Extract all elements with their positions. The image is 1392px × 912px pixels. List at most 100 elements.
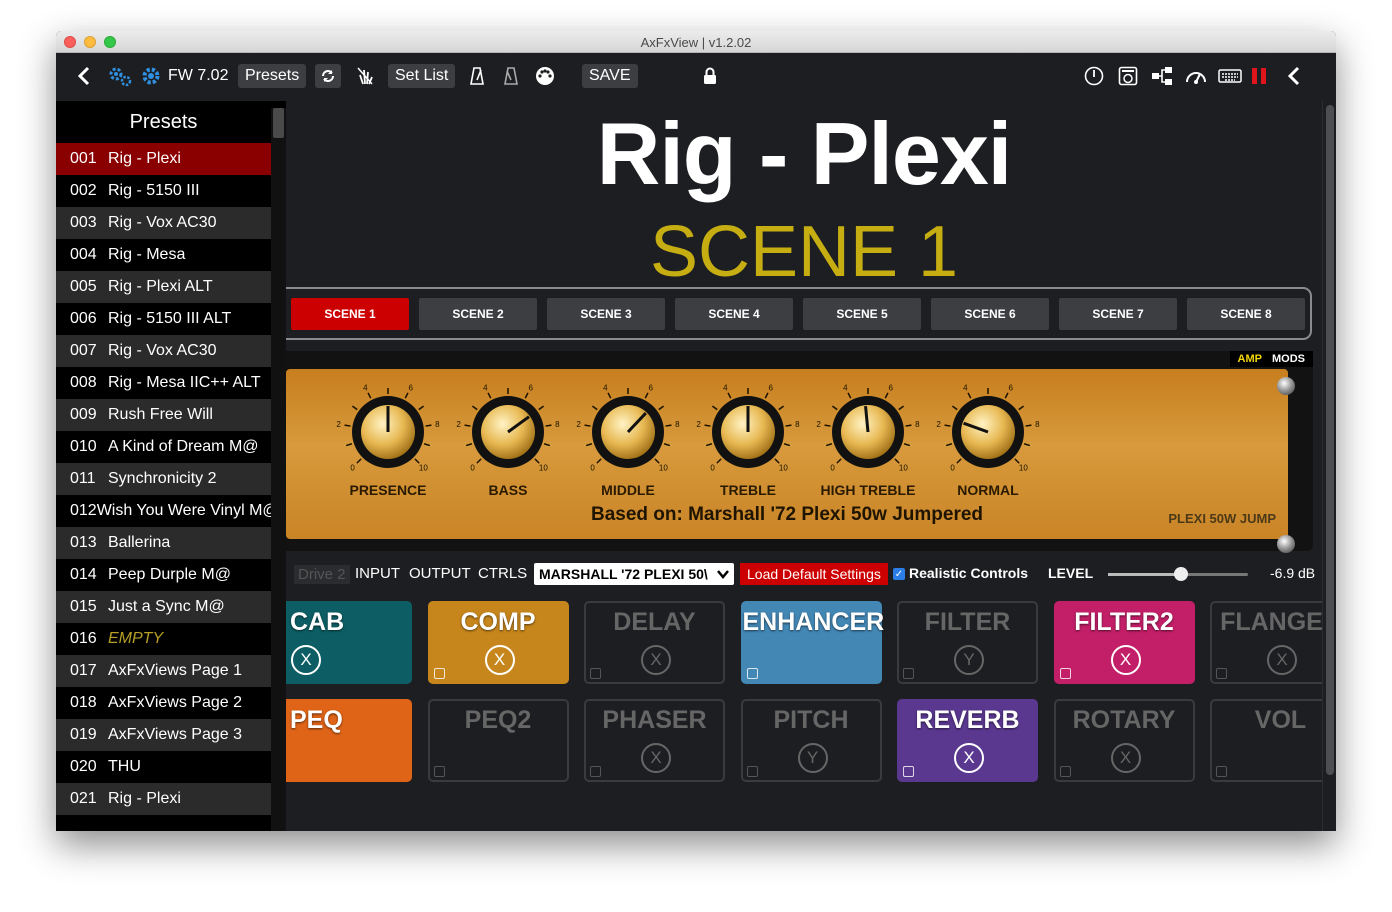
- load-default-button[interactable]: Load Default Settings: [740, 563, 888, 585]
- preset-item[interactable]: 020 THU: [56, 751, 271, 783]
- level-slider[interactable]: [1108, 567, 1248, 581]
- amp-view-button[interactable]: [1117, 65, 1139, 87]
- block-filter[interactable]: FILTER Y: [897, 601, 1038, 684]
- preset-item[interactable]: 012 Wish You Were Vinyl M@: [56, 495, 271, 527]
- preset-item[interactable]: 002 Rig - 5150 III: [56, 175, 271, 207]
- block-channel-button[interactable]: X: [954, 743, 984, 773]
- main-scrollbar[interactable]: [1322, 101, 1336, 831]
- tuner-button[interactable]: [1184, 65, 1208, 87]
- midi-button[interactable]: [534, 65, 556, 87]
- knob-bass[interactable]: 0 2 4 6 8 10: [448, 377, 568, 487]
- preset-item[interactable]: 007 Rig - Vox AC30: [56, 335, 271, 367]
- preset-item[interactable]: 004 Rig - Mesa: [56, 239, 271, 271]
- block-rotary[interactable]: ROTARY X: [1053, 699, 1195, 782]
- preset-item[interactable]: 009 Rush Free Will: [56, 399, 271, 431]
- block-enhancer[interactable]: ENHANCER: [740, 601, 884, 684]
- lock-button[interactable]: [701, 65, 719, 87]
- scene-6-button[interactable]: SCENE 6: [931, 298, 1049, 330]
- refresh-button[interactable]: [315, 64, 341, 88]
- set-list-button[interactable]: Set List: [388, 64, 456, 88]
- tab-ctrls[interactable]: CTRLS: [478, 565, 527, 582]
- preset-item[interactable]: 005 Rig - Plexi ALT: [56, 271, 271, 303]
- block-channel-button[interactable]: X: [1267, 645, 1297, 675]
- block-channel-button[interactable]: X: [1110, 743, 1141, 773]
- preset-name: Just a Sync M@: [108, 598, 225, 615]
- block-peq2[interactable]: PEQ2: [427, 699, 569, 782]
- preset-item[interactable]: 010 A Kind of Dream M@: [56, 431, 271, 463]
- block-filter2[interactable]: FILTER2 X: [1053, 601, 1195, 684]
- preset-item[interactable]: 003 Rig - Vox AC30: [56, 207, 271, 239]
- preset-item[interactable]: 018 AxFxViews Page 2: [56, 687, 271, 719]
- knob-normal[interactable]: 0 2 4 6 8 10: [928, 377, 1048, 487]
- realistic-controls-checkbox[interactable]: ✓: [893, 568, 905, 580]
- settings-multi-button[interactable]: [108, 65, 132, 87]
- block-channel-button[interactable]: Y: [797, 743, 828, 773]
- main-scroll-thumb[interactable]: [1326, 105, 1334, 775]
- block-peq[interactable]: PEQ: [286, 699, 412, 782]
- preset-item[interactable]: 001 Rig - Plexi: [56, 143, 271, 175]
- knob-presence[interactable]: 0 2 4 6 8 10: [328, 377, 448, 487]
- knob-scale-label: 4: [963, 383, 968, 392]
- save-button[interactable]: SAVE: [582, 64, 638, 88]
- block-delay[interactable]: DELAY X: [584, 601, 725, 684]
- preset-name: Peep Durple M@: [108, 566, 231, 583]
- preset-item[interactable]: 013 Ballerina: [56, 527, 271, 559]
- amp-type-select[interactable]: MARSHALL '72 PLEXI 50\: [534, 563, 734, 585]
- scene-5-button[interactable]: SCENE 5: [803, 298, 921, 330]
- scene-8-button[interactable]: SCENE 8: [1187, 298, 1305, 330]
- metronome-button[interactable]: [467, 65, 487, 87]
- collapse-button[interactable]: [1284, 64, 1304, 88]
- block-reverb[interactable]: REVERB X: [897, 699, 1038, 782]
- knob-treble[interactable]: 0 2 4 6 8 10: [688, 377, 808, 487]
- block-channel-button[interactable]: X: [291, 645, 321, 675]
- settings-button[interactable]: [140, 65, 162, 87]
- block-channel-button[interactable]: Y: [954, 645, 984, 675]
- scene-1-button[interactable]: SCENE 1: [291, 298, 409, 330]
- preset-item[interactable]: 011 Synchronicity 2: [56, 463, 271, 495]
- knob-label: MIDDLE: [601, 482, 655, 498]
- mods-mode-tab[interactable]: MODS: [1272, 353, 1305, 365]
- level-slider-handle[interactable]: [1173, 567, 1188, 581]
- scene-2-button[interactable]: SCENE 2: [419, 298, 537, 330]
- keyboard-button[interactable]: [1217, 65, 1243, 87]
- scene-3-button[interactable]: SCENE 3: [547, 298, 665, 330]
- scene-7-button[interactable]: SCENE 7: [1059, 298, 1177, 330]
- tap-tempo-button[interactable]: [354, 65, 376, 87]
- preset-item[interactable]: 016 EMPTY: [56, 623, 271, 655]
- preset-item[interactable]: 021 Rig - Plexi: [56, 783, 271, 815]
- tab-output[interactable]: OUTPUT: [409, 565, 471, 582]
- tab-input[interactable]: INPUT: [355, 565, 400, 582]
- preset-item[interactable]: 017 AxFxViews Page 1: [56, 655, 271, 687]
- block-channel-button[interactable]: X: [641, 743, 671, 773]
- preset-item[interactable]: 008 Rig - Mesa IIC++ ALT: [56, 367, 271, 399]
- tab-drive2[interactable]: Drive 2: [294, 565, 350, 584]
- block-phaser[interactable]: PHASER X: [584, 699, 725, 782]
- block-vol[interactable]: VOL: [1210, 699, 1322, 782]
- presets-button[interactable]: Presets: [238, 64, 307, 88]
- block-cab[interactable]: CAB X: [286, 601, 412, 684]
- block-comp[interactable]: COMP X: [427, 601, 569, 684]
- sidebar-scrollbar[interactable]: [271, 108, 286, 831]
- block-channel-button[interactable]: X: [1110, 645, 1141, 675]
- scene-4-button[interactable]: SCENE 4: [675, 298, 793, 330]
- routing-button[interactable]: [1150, 65, 1174, 87]
- block-pitch[interactable]: PITCH Y: [740, 699, 882, 782]
- knob-high-treble[interactable]: 0 2 4 6 8 10: [808, 377, 928, 487]
- preset-item[interactable]: 019 AxFxViews Page 3: [56, 719, 271, 751]
- power-button[interactable]: [1083, 65, 1105, 87]
- preset-item[interactable]: 014 Peep Durple M@: [56, 559, 271, 591]
- metronome-alt-button[interactable]: [501, 65, 521, 87]
- meter-button[interactable]: [1249, 65, 1269, 87]
- main-panel: Rig - Plexi SCENE 1 SCENE 1 SCENE 2 SCENE …: [286, 101, 1322, 831]
- block-channel-button[interactable]: X: [484, 645, 515, 675]
- sidebar-scroll-thumb[interactable]: [273, 108, 284, 138]
- meter-icon: [1252, 68, 1266, 84]
- knob-middle[interactable]: 0 2 4 6 8 10: [568, 377, 688, 487]
- block-flanger[interactable]: FLANGER X: [1210, 601, 1322, 684]
- block-channel-button[interactable]: X: [641, 645, 671, 675]
- amp-mode-tab[interactable]: AMP: [1238, 353, 1262, 365]
- back-button[interactable]: [74, 64, 94, 88]
- preset-item[interactable]: 015 Just a Sync M@: [56, 591, 271, 623]
- preset-item[interactable]: 006 Rig - 5150 III ALT: [56, 303, 271, 335]
- preset-name: Rig - Mesa: [108, 246, 186, 263]
